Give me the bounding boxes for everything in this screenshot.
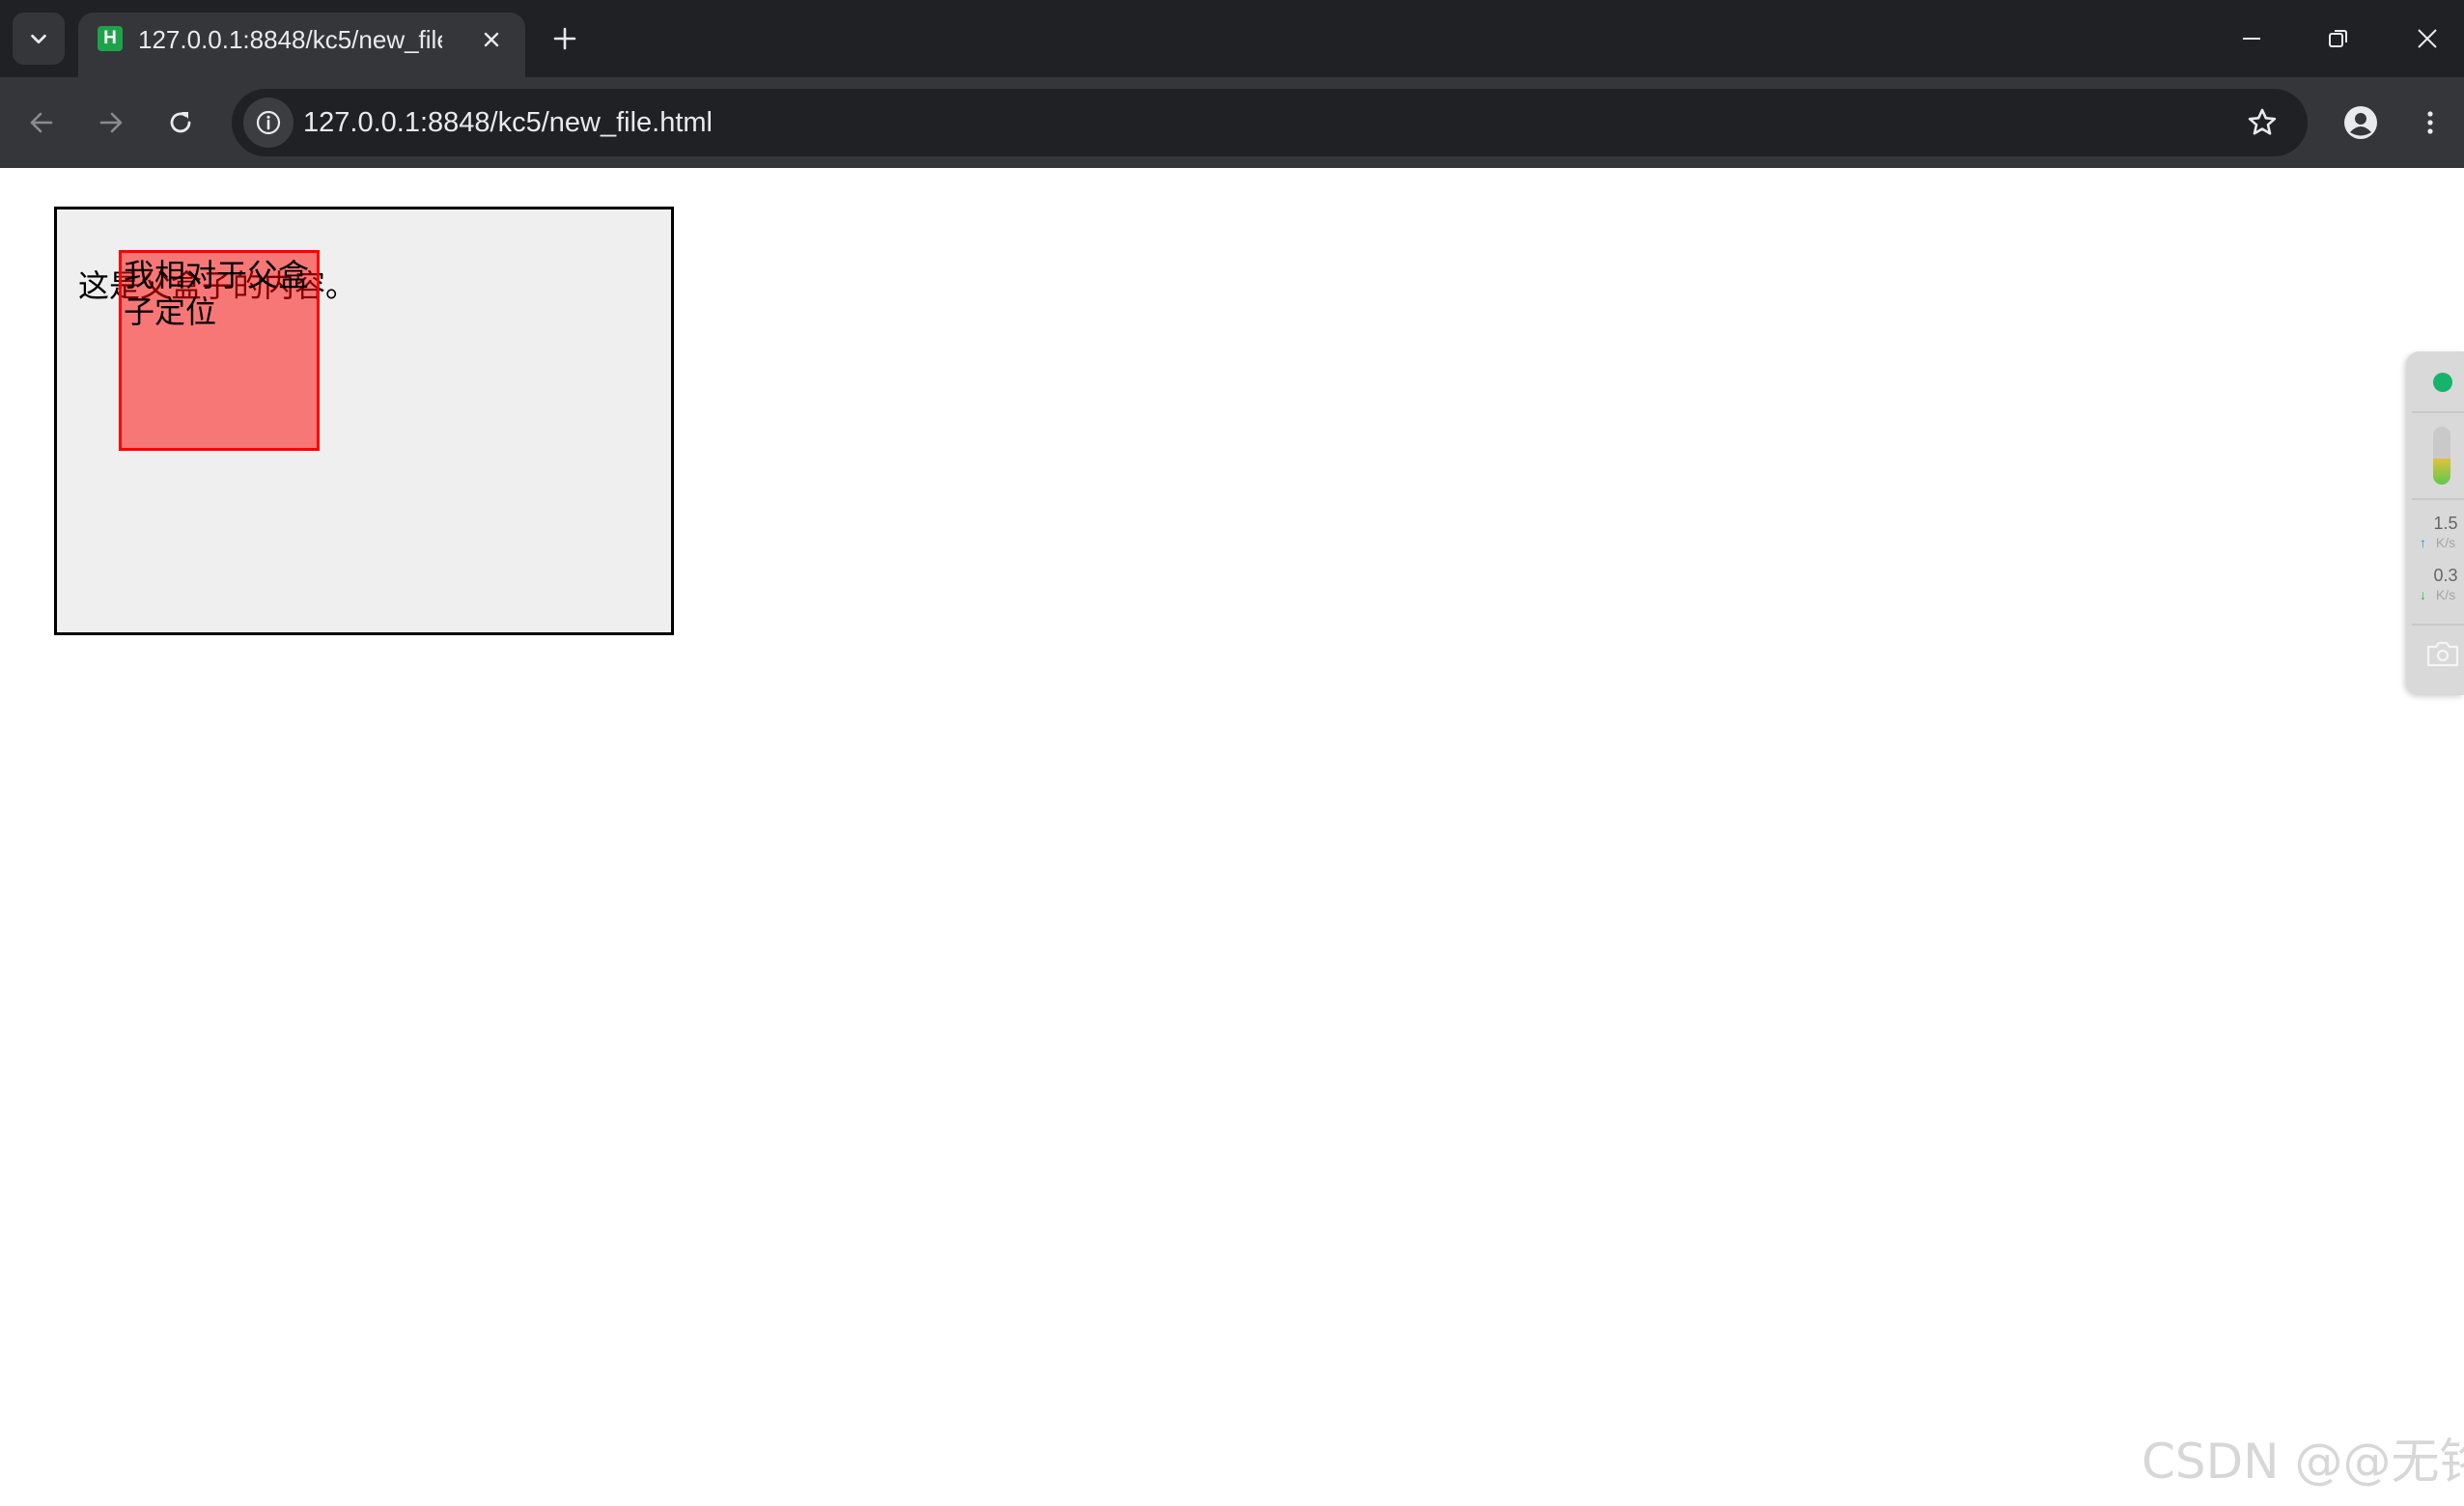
plus-icon: [553, 27, 576, 50]
divider: [2412, 498, 2464, 500]
back-button[interactable]: [17, 98, 66, 147]
status-dot-icon: [2433, 373, 2452, 392]
download-speed-unit: K/s: [2435, 587, 2456, 602]
profile-icon: [2344, 106, 2377, 139]
download-speed-value: 0.3: [2433, 566, 2458, 585]
star-icon: [2248, 108, 2277, 135]
close-icon: [2418, 29, 2437, 48]
arrow-up-icon: ↑: [2420, 535, 2426, 550]
window-close-button[interactable]: [2402, 14, 2452, 64]
minimize-icon: [2243, 38, 2260, 40]
tab-title: 127.0.0.1:8848/kc5/new_file.html: [138, 25, 442, 54]
forward-button[interactable]: [87, 98, 135, 147]
tab-search-button[interactable]: [13, 13, 65, 65]
child-box: 我相对于父盒子定位: [119, 250, 320, 451]
site-info-button[interactable]: [243, 98, 294, 148]
tab-strip: H 127.0.0.1:8848/kc5/new_file.html: [0, 0, 2464, 77]
reload-icon: [170, 112, 191, 133]
info-icon: [256, 110, 281, 135]
watermark: CSDN @@无铭: [2142, 1434, 2464, 1490]
camera-icon[interactable]: [2425, 639, 2460, 668]
favicon-icon: H: [98, 26, 123, 51]
tab-close-button[interactable]: [476, 24, 507, 55]
reload-button[interactable]: [156, 98, 205, 147]
arrow-down-icon: ↓: [2420, 587, 2426, 602]
restore-icon: [2329, 30, 2347, 47]
upload-speed-unit: K/s: [2435, 535, 2456, 550]
parent-box: 这是父盒子的内容。 我相对于父盒子定位: [54, 207, 674, 635]
url-text[interactable]: 127.0.0.1:8848/kc5/new_file.html: [303, 105, 713, 140]
memory-gauge-icon: [2433, 427, 2450, 485]
child-box-text: 我相对于父盒子定位: [124, 257, 310, 330]
memory-gauge-fill: [2433, 459, 2450, 485]
chevron-down-icon: [31, 34, 46, 44]
profile-button[interactable]: [2337, 98, 2385, 147]
network-monitor-widget[interactable]: 1.5 ↑ K/s 0.3 ↓ K/s: [2406, 351, 2464, 695]
close-icon: [484, 32, 499, 47]
active-tab[interactable]: H 127.0.0.1:8848/kc5/new_file.html: [78, 13, 525, 77]
kebab-menu-icon: [2427, 111, 2433, 134]
bookmark-button[interactable]: [2244, 104, 2281, 141]
divider: [2412, 624, 2464, 626]
arrow-right-icon: [99, 112, 123, 133]
arrow-left-icon: [30, 112, 53, 133]
minimize-button[interactable]: [2226, 14, 2277, 64]
upload-speed-value: 1.5: [2433, 514, 2458, 533]
divider: [2412, 411, 2464, 413]
browser-menu-button[interactable]: [2406, 98, 2454, 147]
restore-button[interactable]: [2313, 14, 2364, 64]
new-tab-button[interactable]: [546, 19, 584, 58]
browser-toolbar: 127.0.0.1:8848/kc5/new_file.html: [0, 77, 2464, 168]
address-bar[interactable]: 127.0.0.1:8848/kc5/new_file.html: [232, 89, 2308, 156]
